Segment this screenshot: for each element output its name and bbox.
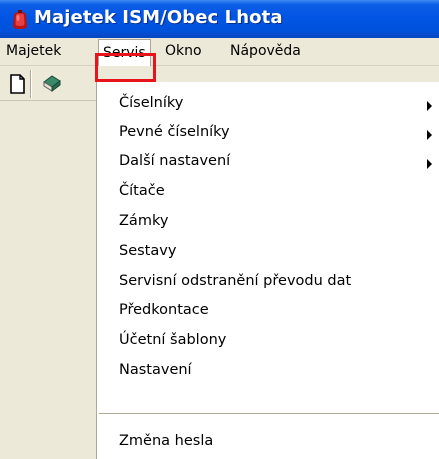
menu-item-nastaveni[interactable]: Nastavení xyxy=(97,358,439,386)
menu-item-label: Změna hesla xyxy=(119,433,214,449)
menu-servis[interactable]: Servis xyxy=(98,39,151,66)
new-document-icon[interactable] xyxy=(5,72,29,96)
menu-item-zamky[interactable]: Zámky xyxy=(97,209,439,237)
submenu-arrow-icon xyxy=(427,130,432,140)
submenu-arrow-icon xyxy=(427,101,432,111)
menu-item-predkontace[interactable]: Předkontace xyxy=(97,298,439,326)
servis-dropdown-menu: Číselníky Pevné číselníky Další nastaven… xyxy=(96,82,439,459)
menu-separator xyxy=(99,413,439,415)
menu-item-label: Sestavy xyxy=(119,243,177,259)
menu-item-label: Předkontace xyxy=(119,302,209,318)
menu-napoveda[interactable]: Nápověda xyxy=(226,38,305,64)
menu-item-label: Nastavení xyxy=(119,362,192,378)
book-icon[interactable] xyxy=(40,72,64,96)
menu-majetek[interactable]: Majetek xyxy=(2,38,65,64)
menu-item-sestavy[interactable]: Sestavy xyxy=(97,239,439,267)
submenu-arrow-icon xyxy=(427,159,432,169)
menu-item-label: Účetní šablony xyxy=(119,332,227,348)
menu-item-zmena-hesla[interactable]: Změna hesla xyxy=(97,429,439,457)
menu-item-pevne-ciselniky[interactable]: Pevné číselníky xyxy=(97,120,439,148)
app-icon xyxy=(13,10,27,29)
menu-okno[interactable]: Okno xyxy=(161,38,206,64)
menu-item-citace[interactable]: Čítače xyxy=(97,179,439,207)
title-bar[interactable]: Majetek ISM/Obec Lhota xyxy=(0,0,439,38)
menu-item-label: Pevné číselníky xyxy=(119,124,230,140)
toolbar-area xyxy=(0,67,96,459)
app-window: Majetek ISM/Obec Lhota Majetek Servis Ok… xyxy=(0,0,439,459)
menu-item-label: Servisní odstranění převodu dat xyxy=(119,273,352,289)
menu-bar: Majetek Servis Okno Nápověda xyxy=(0,38,439,66)
menu-item-ucetni-sablony[interactable]: Účetní šablony xyxy=(97,328,439,356)
menu-item-servisni-odstraneni[interactable]: Servisní odstranění převodu dat xyxy=(97,269,439,297)
toolbar-separator xyxy=(30,70,32,98)
menu-item-label: Čítače xyxy=(119,183,165,199)
menu-item-dalsi-nastaveni[interactable]: Další nastavení xyxy=(97,149,439,177)
window-title: Majetek ISM/Obec Lhota xyxy=(34,7,283,28)
menu-item-label: Zámky xyxy=(119,213,169,229)
menu-item-ciselniky[interactable]: Číselníky xyxy=(97,91,439,119)
toolbar xyxy=(0,67,96,101)
menu-item-label: Další nastavení xyxy=(119,153,231,169)
menu-item-label: Číselníky xyxy=(119,95,184,111)
